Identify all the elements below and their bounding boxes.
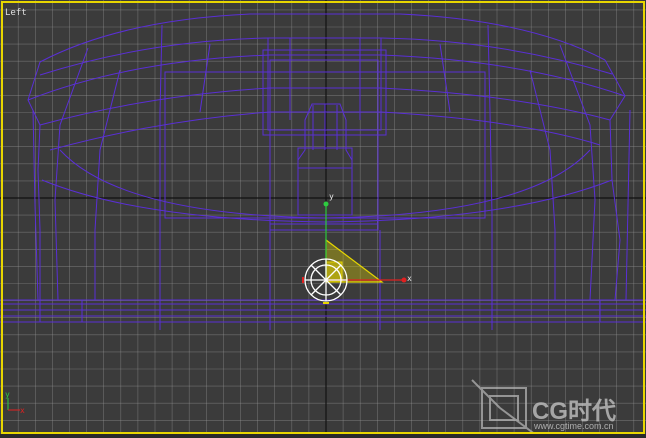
viewport-label[interactable]: Left xyxy=(5,8,27,18)
transform-gizmo[interactable]: y x xyxy=(302,192,412,304)
viewport-bottom-strip xyxy=(0,434,646,438)
left-viewport[interactable]: y x y x Left CG时代 www.cgtime.com.cn xyxy=(0,0,646,438)
viewport-grid xyxy=(0,0,646,438)
gizmo-x-label: x xyxy=(407,274,412,283)
gizmo-y-label: y xyxy=(329,192,334,201)
watermark-logo-icon xyxy=(471,379,541,438)
gizmo-rotate-ring xyxy=(304,258,348,302)
svg-text:x: x xyxy=(20,406,25,415)
viewport-scene[interactable]: y x y x xyxy=(0,0,646,438)
svg-text:y: y xyxy=(5,390,10,399)
viewport-axis-tripod-icon: y x xyxy=(5,390,25,415)
watermark-url: www.cgtime.com.cn xyxy=(534,421,614,431)
